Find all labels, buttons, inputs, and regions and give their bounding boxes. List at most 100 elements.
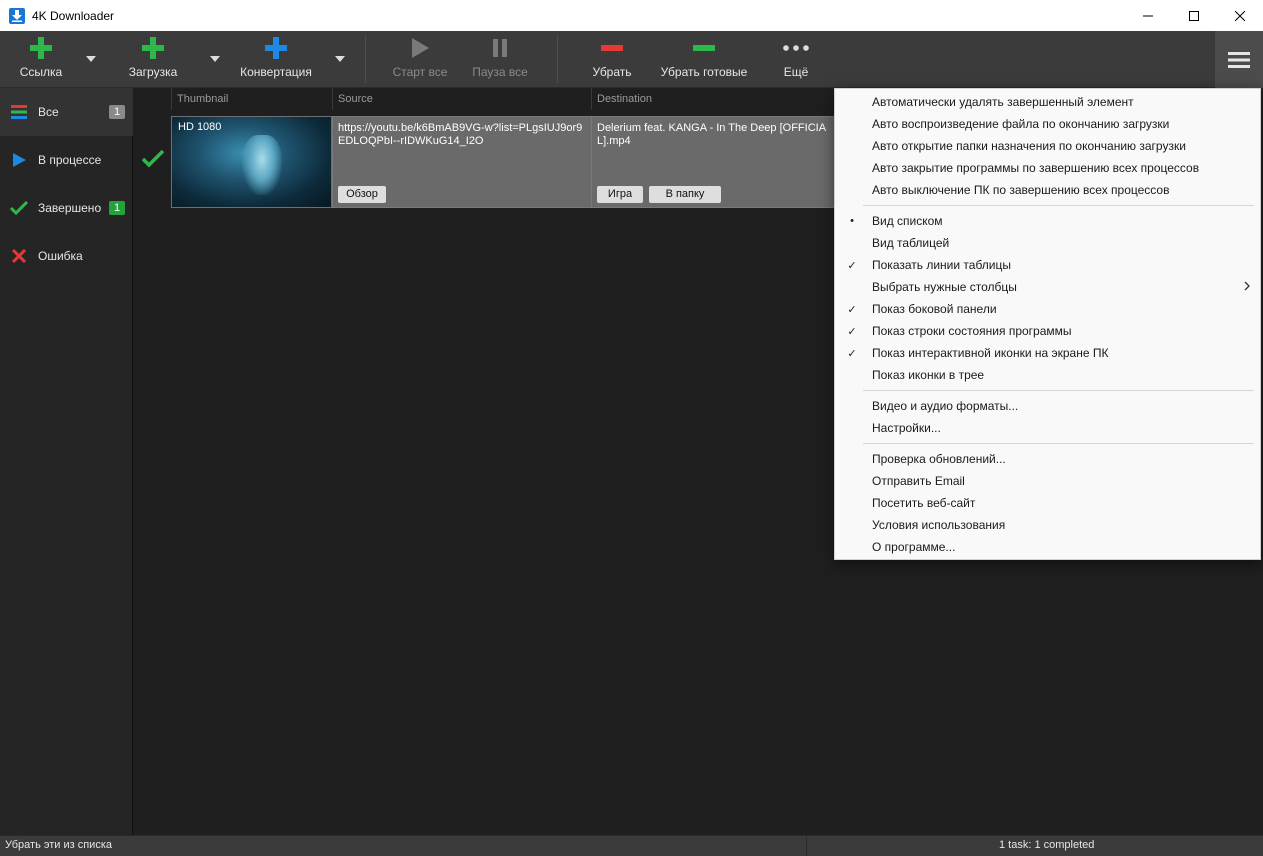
menu-mark bbox=[843, 113, 861, 135]
menu-item-label: Авто выключение ПК по завершению всех пр… bbox=[872, 183, 1170, 197]
thumbnail-image bbox=[242, 135, 282, 195]
status-bar: Убрать эти из списка 1 task: 1 completed bbox=[0, 835, 1263, 856]
menu-mark bbox=[843, 157, 861, 179]
pause-all-label: Пауза все bbox=[472, 65, 528, 79]
video-thumbnail[interactable]: HD 1080 bbox=[171, 116, 332, 208]
menu-item-label: Авто открытие папки назначения по оконча… bbox=[872, 139, 1186, 153]
title-bar: 4K Downloader bbox=[0, 0, 1263, 31]
maximize-button[interactable] bbox=[1171, 0, 1217, 31]
chevron-down-icon bbox=[335, 56, 345, 62]
main-menu: Автоматически удалять завершенный элемен… bbox=[834, 88, 1261, 560]
menu-item-label: Показ боковой панели bbox=[872, 302, 997, 316]
menu-item-auto-close[interactable]: Авто закрытие программы по завершению вс… bbox=[835, 157, 1262, 179]
menu-mark bbox=[843, 232, 861, 254]
remove-button[interactable]: Убрать bbox=[584, 31, 640, 88]
menu-mark bbox=[843, 276, 861, 298]
status-hint: Убрать эти из списка bbox=[5, 839, 112, 851]
play-file-button[interactable]: Игра bbox=[597, 186, 643, 203]
column-header-destination[interactable]: Destination bbox=[591, 88, 841, 110]
menu-item-formats[interactable]: Видео и аудио форматы... bbox=[835, 395, 1262, 417]
app-window: 4K Downloader Ссылка Загрузка Конвертаци… bbox=[0, 0, 1263, 856]
toolbar: Ссылка Загрузка Конвертация Старт все Па… bbox=[0, 31, 1263, 88]
add-link-dropdown[interactable] bbox=[84, 53, 98, 65]
pause-all-button[interactable]: Пауза все bbox=[470, 31, 530, 88]
sidebar-item-label: Ошибка bbox=[38, 249, 83, 263]
hamburger-icon bbox=[1228, 51, 1250, 68]
minus-icon bbox=[601, 45, 623, 51]
chevron-down-icon bbox=[86, 56, 96, 62]
checkmark-icon: ✓ bbox=[847, 259, 857, 272]
main-menu-button[interactable] bbox=[1215, 31, 1263, 88]
minus-icon bbox=[693, 45, 715, 51]
destination-cell: Delerium feat. KANGA - In The Deep [OFFI… bbox=[591, 116, 841, 208]
menu-item-list-view[interactable]: • Вид списком bbox=[835, 210, 1262, 232]
chevron-right-icon bbox=[1244, 280, 1250, 294]
menu-item-send-email[interactable]: Отправить Email bbox=[835, 470, 1262, 492]
add-link-button[interactable]: Ссылка bbox=[14, 31, 68, 88]
browse-button[interactable]: Обзор bbox=[338, 186, 386, 203]
menu-item-label: Проверка обновлений... bbox=[872, 452, 1006, 466]
add-download-dropdown[interactable] bbox=[208, 53, 222, 65]
add-download-label: Загрузка bbox=[128, 65, 178, 79]
menu-item-settings[interactable]: Настройки... bbox=[835, 417, 1262, 439]
sidebar-item-completed[interactable]: Завершено 1 bbox=[0, 184, 133, 232]
destination-filename: Delerium feat. KANGA - In The Deep [OFFI… bbox=[597, 122, 827, 147]
remove-label: Убрать bbox=[592, 65, 632, 79]
menu-item-about[interactable]: О программе... bbox=[835, 536, 1262, 558]
sidebar-item-error[interactable]: Ошибка bbox=[0, 232, 133, 280]
menu-item-visit-website[interactable]: Посетить веб-сайт bbox=[835, 492, 1262, 514]
plus-icon bbox=[265, 37, 287, 59]
more-button[interactable]: Ещё bbox=[775, 31, 817, 88]
menu-item-show-grid-lines[interactable]: ✓ Показать линии таблицы bbox=[835, 254, 1262, 276]
window-title: 4K Downloader bbox=[32, 8, 115, 23]
app-logo-icon bbox=[9, 7, 25, 24]
menu-item-show-interactive-icon[interactable]: ✓ Показ интерактивной иконки на экране ПК bbox=[835, 342, 1262, 364]
sidebar-item-label: В процессе bbox=[38, 153, 102, 167]
menu-item-label: Показ иконки в трее bbox=[872, 368, 985, 382]
menu-mark bbox=[843, 135, 861, 157]
more-icon bbox=[783, 45, 809, 51]
menu-item-label: Автоматически удалять завершенный элемен… bbox=[872, 95, 1134, 109]
play-icon bbox=[0, 153, 38, 167]
radio-dot-icon: • bbox=[850, 215, 854, 227]
start-all-label: Старт все bbox=[392, 65, 448, 79]
menu-item-label: Авто закрытие программы по завершению вс… bbox=[872, 161, 1200, 175]
menu-item-auto-open-folder[interactable]: Авто открытие папки назначения по оконча… bbox=[835, 135, 1262, 157]
add-download-button[interactable]: Загрузка bbox=[122, 31, 184, 88]
remove-done-button[interactable]: Убрать готовые bbox=[660, 31, 748, 88]
menu-item-check-updates[interactable]: Проверка обновлений... bbox=[835, 448, 1262, 470]
sidebar-item-all[interactable]: Все 1 bbox=[0, 88, 133, 136]
play-icon bbox=[412, 38, 429, 58]
source-url: https://youtu.be/k6BmAB9VG-w?list=PLgsIU… bbox=[338, 122, 583, 147]
checkmark-icon: ✓ bbox=[847, 347, 857, 360]
menu-item-show-status-bar[interactable]: ✓ Показ строки состояния программы bbox=[835, 320, 1262, 342]
menu-item-choose-columns[interactable]: Выбрать нужные столбцы bbox=[835, 276, 1262, 298]
menu-item-label: Показ строки состояния программы bbox=[872, 324, 1072, 338]
menu-item-auto-play[interactable]: Авто воспроизведение файла по окончанию … bbox=[835, 113, 1262, 135]
menu-item-terms[interactable]: Условия использования bbox=[835, 514, 1262, 536]
menu-item-auto-shutdown[interactable]: Авто выключение ПК по завершению всех пр… bbox=[835, 179, 1262, 201]
sidebar-item-in-progress[interactable]: В процессе bbox=[0, 136, 133, 184]
column-header-thumbnail[interactable]: Thumbnail bbox=[171, 88, 333, 110]
open-folder-button[interactable]: В папку bbox=[649, 186, 721, 203]
minimize-button[interactable] bbox=[1125, 0, 1171, 31]
close-button[interactable] bbox=[1217, 0, 1263, 31]
sidebar: Все 1 В процессе Завершено 1 Ошибка bbox=[0, 88, 133, 835]
pause-icon bbox=[493, 39, 507, 57]
menu-item-label: Видео и аудио форматы... bbox=[872, 399, 1019, 413]
menu-item-table-view[interactable]: Вид таблицей bbox=[835, 232, 1262, 254]
menu-item-label: Авто воспроизведение файла по окончанию … bbox=[872, 117, 1170, 131]
menu-item-label: Настройки... bbox=[872, 421, 941, 435]
convert-button[interactable]: Конвертация bbox=[240, 31, 312, 88]
start-all-button[interactable]: Старт все bbox=[390, 31, 450, 88]
convert-dropdown[interactable] bbox=[333, 53, 347, 65]
column-header-source[interactable]: Source bbox=[332, 88, 592, 110]
sidebar-item-label: Все bbox=[38, 105, 59, 119]
menu-item-label: Показать линии таблицы bbox=[872, 258, 1011, 272]
menu-item-auto-remove[interactable]: Автоматически удалять завершенный элемен… bbox=[835, 91, 1262, 113]
menu-item-show-sidebar[interactable]: ✓ Показ боковой панели bbox=[835, 298, 1262, 320]
sidebar-item-label: Завершено bbox=[38, 201, 102, 215]
source-cell: https://youtu.be/k6BmAB9VG-w?list=PLgsIU… bbox=[332, 116, 592, 208]
menu-item-label: Выбрать нужные столбцы bbox=[872, 280, 1017, 294]
menu-item-show-tray-icon[interactable]: Показ иконки в трее bbox=[835, 364, 1262, 386]
